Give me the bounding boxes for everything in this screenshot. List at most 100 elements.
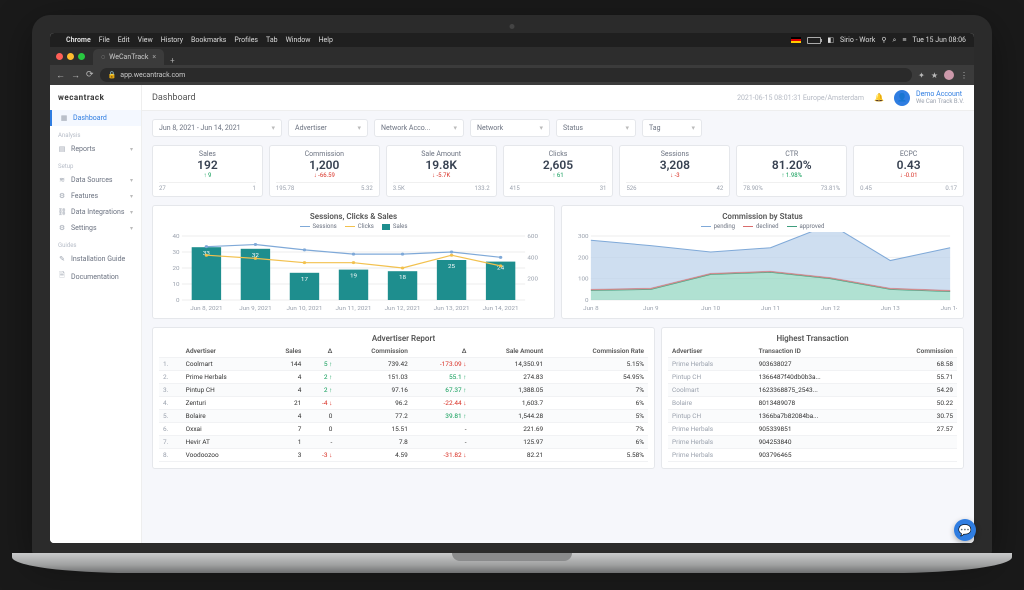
reload-button[interactable]: ⟳ [86, 70, 94, 80]
profile-switch-icon[interactable]: ◧ [827, 36, 834, 44]
menu-window[interactable]: Window [286, 36, 311, 44]
macos-menubar: Chrome File Edit View History Bookmarks … [50, 33, 974, 47]
bookmark-icon[interactable]: ★ [931, 71, 938, 80]
window-controls[interactable] [56, 47, 85, 65]
menu-help[interactable]: Help [319, 36, 333, 44]
sidebar-item-data-integrations[interactable]: ⛓ Data Integrations ▾ [50, 204, 141, 220]
new-tab-button[interactable]: + [164, 56, 181, 65]
kpi-clicks[interactable]: Clicks 2,605 ↑ 61 41531 [503, 145, 614, 197]
control-center-icon[interactable]: ≡ [902, 36, 906, 44]
sidebar-item-settings[interactable]: ⚙Settings▾ [50, 220, 141, 236]
menu-history[interactable]: History [161, 36, 183, 44]
svg-text:Jun 8: Jun 8 [583, 306, 598, 312]
sidebar-item-dashboard[interactable]: ▦Dashboard [50, 110, 141, 126]
svg-text:Jun 13: Jun 13 [881, 306, 900, 312]
page-title: Dashboard [152, 93, 196, 103]
filter-network[interactable]: Network▾ [470, 119, 550, 137]
book-icon: ✎ [58, 255, 66, 263]
filter-tag[interactable]: Tag▾ [642, 119, 702, 137]
table-row[interactable]: 7.Hevir AT1-7.8-125.976% [159, 436, 648, 449]
sidebar-item-label: Features [71, 192, 98, 200]
filter-date-range[interactable]: Jun 8, 2021 - Jun 14, 2021▾ [152, 119, 282, 137]
svg-text:600: 600 [527, 234, 538, 240]
svg-text:0: 0 [176, 298, 180, 304]
chat-widget-button[interactable]: 💬 [954, 519, 974, 541]
notifications-icon[interactable]: 🔔 [874, 93, 884, 102]
table-row[interactable]: Pintup CH1366487f40db0b3a...55.71 [668, 371, 957, 384]
kpi-sales[interactable]: Sales 192 ↑ 9 271 [152, 145, 263, 197]
table-row[interactable]: 4.Zenturi21-4 ↓96.2-22.44 ↓1,603.76% [159, 397, 648, 410]
battery-icon[interactable] [807, 37, 821, 44]
table-row[interactable]: Prime Herbals90363802768.58 [668, 358, 957, 371]
flag-icon[interactable] [791, 37, 801, 43]
wifi-icon[interactable]: ⚲ [881, 36, 886, 44]
sidebar-item-label: Settings [71, 224, 97, 232]
sidebar-item-reports[interactable]: ▤Reports▾ [50, 141, 141, 157]
profile-avatar-icon[interactable] [944, 70, 954, 80]
extensions-icon[interactable]: ✦ [918, 71, 925, 80]
kpi-commission[interactable]: Commission 1,200 ↓ -66.59 195.785.32 [269, 145, 380, 197]
svg-text:Jun 8, 2021: Jun 8, 2021 [190, 306, 222, 312]
table-row[interactable]: 2.Prime Herbals42 ↑151.0355.1 ↑274.8354.… [159, 371, 648, 384]
grid-icon: ▦ [60, 114, 68, 122]
link-icon: ⛓ [58, 208, 66, 216]
minimize-window-icon[interactable] [67, 53, 74, 60]
kpi-row: Sales 192 ↑ 9 271Commission 1,200 ↓ -66.… [152, 145, 964, 197]
svg-text:200: 200 [578, 256, 589, 262]
kpi-sessions[interactable]: Sessions 3,208 ↓ -3 52642 [619, 145, 730, 197]
kpi-ctr[interactable]: CTR 81.20% ↑ 1.98% 78.90%73.81% [736, 145, 847, 197]
search-icon[interactable]: ⌕ [892, 36, 896, 45]
filter-network-account[interactable]: Network Acco...▾ [374, 119, 464, 137]
browser-tab[interactable]: ◌ WeCanTrack × [93, 49, 164, 65]
fullscreen-window-icon[interactable] [78, 53, 85, 60]
table-row[interactable]: Prime Herbals90533985127.57 [668, 423, 957, 436]
brand-logo[interactable]: wecantrack [50, 85, 141, 110]
table-row[interactable]: 8.Voodoozoo3-3 ↓4.59-31.82 ↓82.215.58% [159, 449, 648, 462]
menubar-profile[interactable]: Sirio - Work [840, 36, 875, 44]
chevron-down-icon: ▾ [130, 209, 133, 216]
menu-tab[interactable]: Tab [266, 36, 278, 44]
menu-view[interactable]: View [138, 36, 153, 44]
chrome-toolbar: ← → ⟳ 🔒 app.wecantrack.com ✦ ★ ⋮ [50, 65, 974, 85]
menu-file[interactable]: File [99, 36, 110, 44]
menubar-clock[interactable]: Tue 15 Jun 08:06 [912, 36, 966, 44]
sidebar-item-label: Data Sources [71, 176, 113, 184]
forward-button[interactable]: → [71, 70, 80, 81]
chart-icon: ▤ [58, 145, 66, 153]
table-row[interactable]: 1.Coolmart1445 ↑739.42-173.09 ↓14,350.91… [159, 358, 648, 371]
more-menu-icon[interactable]: ⋮ [960, 71, 968, 80]
user-avatar-icon: 👤 [894, 90, 910, 106]
tab-close-icon[interactable]: × [152, 53, 156, 61]
table-row[interactable]: 6.Oxxai7015.51-221.697% [159, 423, 648, 436]
svg-text:400: 400 [527, 256, 538, 262]
back-button[interactable]: ← [56, 70, 65, 81]
table-row[interactable]: 3.Pintup CH42 ↑97.1667.37 ↑1,388.057% [159, 384, 648, 397]
table-row[interactable]: Prime Herbals904253840 [668, 436, 957, 449]
kpi-ecpc[interactable]: ECPC 0.43 ↓ -0.01 0.450.17 [853, 145, 964, 197]
menu-bookmarks[interactable]: Bookmarks [191, 36, 226, 44]
topbar: Dashboard 2021-06-15 08:01:31 Europe/Ams… [142, 85, 974, 111]
table-row[interactable]: Coolmart1623368875_2543...54.29 [668, 384, 957, 397]
table-row[interactable]: 5.Bolaire4077.239.81 ↑1,544.285% [159, 410, 648, 423]
user-menu[interactable]: 👤 Demo Account We Can Track B.V. [894, 90, 964, 106]
kpi-sale-amount[interactable]: Sale Amount 19.8K ↓ -5.7K 3.5K133.2 [386, 145, 497, 197]
menu-profiles[interactable]: Profiles [234, 36, 258, 44]
table-row[interactable]: Prime Herbals903796465 [668, 449, 957, 462]
address-bar[interactable]: 🔒 app.wecantrack.com [100, 68, 913, 82]
filter-advertiser[interactable]: Advertiser▾ [288, 119, 368, 137]
table-row[interactable]: Pintup CH1366ba7b82084ba...30.75 [668, 410, 957, 423]
sidebar-item-installation-guide[interactable]: ✎ Installation Guide [50, 251, 141, 267]
sidebar-item-features[interactable]: ⚙Features▾ [50, 188, 141, 204]
sidebar-item-label: Data Integrations [71, 208, 124, 216]
filter-status[interactable]: Status▾ [556, 119, 636, 137]
user-name: Demo Account [916, 90, 964, 98]
menubar-app[interactable]: Chrome [66, 36, 91, 44]
advertiser-report-card: Advertiser Report AdvertiserSalesΔCommis… [152, 327, 655, 469]
table-row[interactable]: Bolaire801348907850.22 [668, 397, 957, 410]
svg-text:Jun 14, 2021: Jun 14, 2021 [483, 306, 519, 312]
close-window-icon[interactable] [56, 53, 63, 60]
sidebar-item-label: Installation Guide [71, 255, 125, 263]
menu-edit[interactable]: Edit [118, 36, 130, 44]
sidebar-item-data-sources[interactable]: ≋Data Sources▾ [50, 172, 141, 188]
sidebar-item-documentation[interactable]: 🗎Documentation [50, 267, 141, 286]
